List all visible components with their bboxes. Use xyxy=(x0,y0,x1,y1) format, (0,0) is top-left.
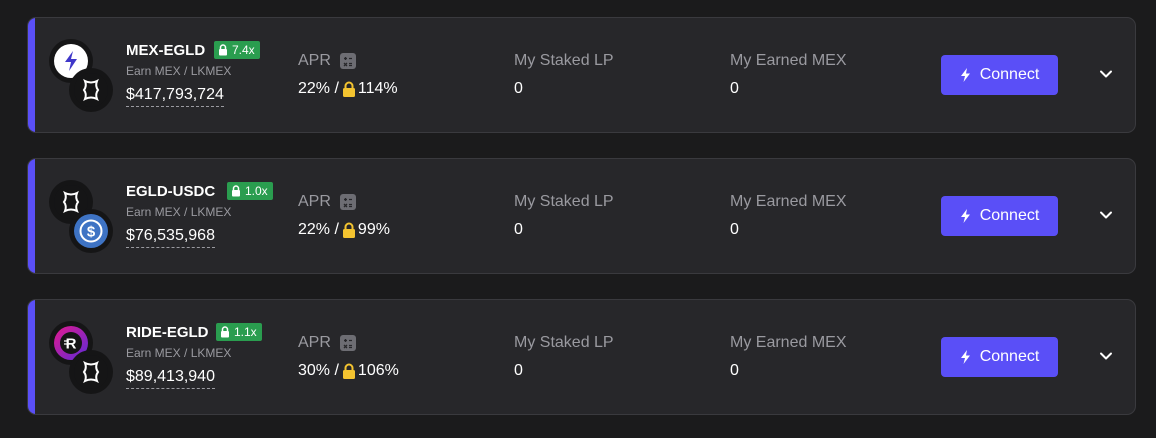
earned-mex-value: 0 xyxy=(730,80,739,97)
staked-lp-value: 0 xyxy=(514,362,523,379)
bolt-icon xyxy=(960,209,970,223)
calculator-icon[interactable] xyxy=(339,52,356,69)
pair-name: MEX-EGLD xyxy=(126,42,206,59)
tvl-value[interactable]: $76,535,968 xyxy=(126,227,215,248)
calculator-icon[interactable] xyxy=(339,193,356,210)
apr-label: APR xyxy=(298,193,356,211)
apr-value: 22% / 99% xyxy=(298,221,390,238)
boost-badge: 1.0x xyxy=(227,182,273,200)
boost-badge: 7.4x xyxy=(214,41,260,59)
locked-apr-icon xyxy=(342,363,355,379)
boost-value: 7.4x xyxy=(232,43,255,57)
earned-mex-label: My Earned MEX xyxy=(730,193,847,210)
chevron-down-icon[interactable] xyxy=(1098,207,1114,223)
boost-value: 1.1x xyxy=(234,325,257,339)
locked-apr-icon xyxy=(342,222,355,238)
bolt-icon xyxy=(960,68,970,82)
apr-label: APR xyxy=(298,52,356,70)
staked-lp-value: 0 xyxy=(514,80,523,97)
apr-value: 30% / 106% xyxy=(298,362,399,379)
card-accent-bar xyxy=(28,18,35,132)
egld-icon xyxy=(74,355,108,389)
tvl-value[interactable]: $89,413,940 xyxy=(126,368,215,389)
connect-button[interactable]: Connect xyxy=(941,55,1058,95)
locked-apr-icon xyxy=(342,81,355,97)
egld-icon xyxy=(74,73,108,107)
staked-lp-label: My Staked LP xyxy=(514,334,614,351)
staked-lp-label: My Staked LP xyxy=(514,52,614,69)
card-accent-bar xyxy=(28,159,35,273)
apr-value: 22% / 114% xyxy=(298,80,398,97)
farm-card-ride-egld: R RIDE-EGLD 1.1x Earn MEX / LKMEX $89,41… xyxy=(27,299,1136,415)
usdc-token-logo: $ xyxy=(69,209,113,253)
pair-name: RIDE-EGLD xyxy=(126,324,209,341)
staked-lp-label: My Staked LP xyxy=(514,193,614,210)
bolt-icon xyxy=(960,350,970,364)
egld-token-logo xyxy=(69,350,113,394)
pair-name: EGLD-USDC xyxy=(126,183,216,200)
connect-button[interactable]: Connect xyxy=(941,337,1058,377)
usdc-icon: $ xyxy=(74,214,108,248)
calculator-icon[interactable] xyxy=(339,334,356,351)
staked-lp-value: 0 xyxy=(514,221,523,238)
card-accent-bar xyxy=(28,300,35,414)
tvl-value[interactable]: $417,793,724 xyxy=(126,86,224,107)
lock-icon xyxy=(219,44,227,56)
lock-icon xyxy=(221,326,229,338)
farm-card-egld-usdc: $ EGLD-USDC 1.0x Earn MEX / LKMEX $76,53… xyxy=(27,158,1136,274)
apr-label: APR xyxy=(298,334,356,352)
boost-badge: 1.1x xyxy=(216,323,262,341)
earn-tokens: Earn MEX / LKMEX xyxy=(126,346,232,360)
earned-mex-value: 0 xyxy=(730,221,739,238)
farm-card-mex-egld: MEX-EGLD 7.4x Earn MEX / LKMEX $417,793,… xyxy=(27,17,1136,133)
chevron-down-icon[interactable] xyxy=(1098,66,1114,82)
earned-mex-value: 0 xyxy=(730,362,739,379)
earned-mex-label: My Earned MEX xyxy=(730,334,847,351)
earn-tokens: Earn MEX / LKMEX xyxy=(126,205,232,219)
boost-value: 1.0x xyxy=(245,184,268,198)
lock-icon xyxy=(232,185,240,197)
chevron-down-icon[interactable] xyxy=(1098,348,1114,364)
earn-tokens: Earn MEX / LKMEX xyxy=(126,64,232,78)
earned-mex-label: My Earned MEX xyxy=(730,52,847,69)
egld-token-logo xyxy=(69,68,113,112)
connect-button[interactable]: Connect xyxy=(941,196,1058,236)
svg-text:$: $ xyxy=(87,224,96,241)
